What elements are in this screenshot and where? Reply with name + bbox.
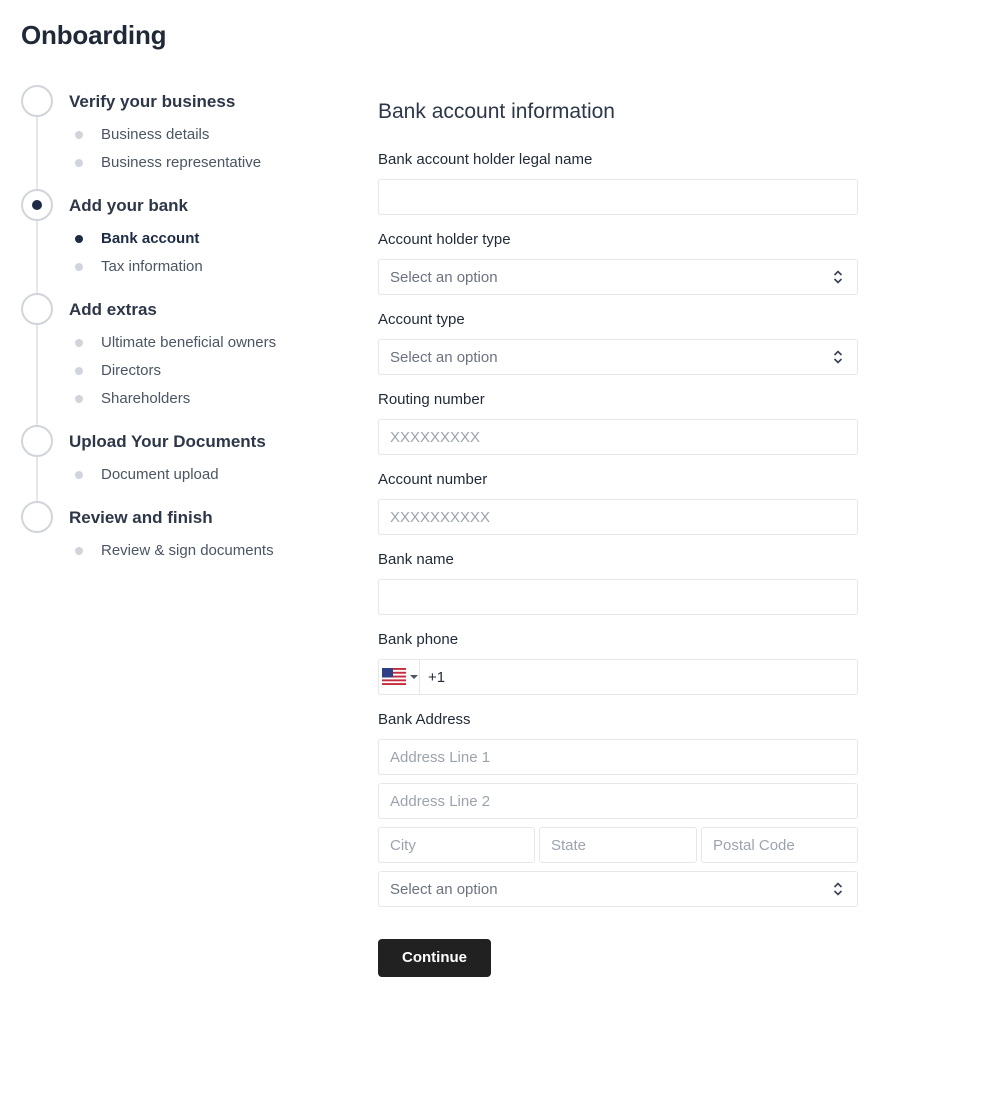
address-line1-input[interactable] <box>378 739 858 775</box>
substep-label: Business representative <box>101 154 262 171</box>
page-title: Onboarding <box>21 20 167 50</box>
phone-country-code: +1 <box>428 669 446 686</box>
substep-label: Bank account <box>101 230 200 247</box>
substep-label: Tax information <box>101 258 203 275</box>
account-number-label: Account number <box>378 471 488 488</box>
caret-down-icon <box>410 675 418 679</box>
step-circle <box>21 501 53 533</box>
substep-label: Business details <box>101 126 210 143</box>
step-circle <box>21 425 53 457</box>
country-selected: Select an option <box>390 881 498 898</box>
bank-address-label: Bank Address <box>378 711 471 728</box>
us-flag-icon <box>382 668 406 685</box>
address-line2-input[interactable] <box>378 783 858 819</box>
step-circle-active <box>21 189 53 221</box>
substep-bullet <box>75 131 83 139</box>
holder-type-select[interactable]: Select an option <box>378 259 858 295</box>
select-chevrons-icon <box>833 270 843 284</box>
substep-bullet <box>75 547 83 555</box>
form-title: Bank account information <box>378 100 615 123</box>
continue-button[interactable]: Continue <box>378 939 491 977</box>
state-input[interactable] <box>539 827 697 863</box>
bank-phone-label: Bank phone <box>378 631 459 648</box>
bank-name-input[interactable] <box>378 579 858 615</box>
active-step-dot <box>32 200 42 210</box>
account-type-selected: Select an option <box>390 349 498 366</box>
account-type-label: Account type <box>378 311 465 328</box>
substep-bullet <box>75 367 83 375</box>
substep-bullet <box>75 263 83 271</box>
step-title: Add your bank <box>69 196 189 215</box>
step-title: Add extras <box>69 300 157 319</box>
country-code-dropdown[interactable] <box>379 660 420 694</box>
account-number-input[interactable] <box>378 499 858 535</box>
substep-bullet <box>75 395 83 403</box>
country-select[interactable]: Select an option <box>378 871 858 907</box>
substep-label: Shareholders <box>101 390 191 407</box>
step-title: Verify your business <box>69 92 236 111</box>
account-type-select[interactable]: Select an option <box>378 339 858 375</box>
holder-name-input[interactable] <box>378 179 858 215</box>
bank-phone-input[interactable]: +1 <box>378 659 858 695</box>
substep-label: Directors <box>101 362 162 379</box>
step-circle <box>21 293 53 325</box>
substep-bullet <box>75 159 83 167</box>
holder-name-label: Bank account holder legal name <box>378 151 593 168</box>
city-input[interactable] <box>378 827 535 863</box>
routing-number-input[interactable] <box>378 419 858 455</box>
step-title: Upload Your Documents <box>69 432 266 451</box>
substep-bullet <box>75 471 83 479</box>
postal-code-input[interactable] <box>701 827 858 863</box>
substep-label: Ultimate beneficial owners <box>101 334 277 351</box>
select-chevrons-icon <box>833 882 843 896</box>
substep-label: Review & sign documents <box>101 542 274 559</box>
bank-name-label: Bank name <box>378 551 454 568</box>
substep-bullet <box>75 339 83 347</box>
routing-number-label: Routing number <box>378 391 485 408</box>
substep-label: Document upload <box>101 466 219 483</box>
holder-type-label: Account holder type <box>378 231 511 248</box>
substep-bullet-active <box>75 235 83 243</box>
step-circle <box>21 85 53 117</box>
holder-type-selected: Select an option <box>390 269 498 286</box>
select-chevrons-icon <box>833 350 843 364</box>
step-title: Review and finish <box>69 508 213 527</box>
